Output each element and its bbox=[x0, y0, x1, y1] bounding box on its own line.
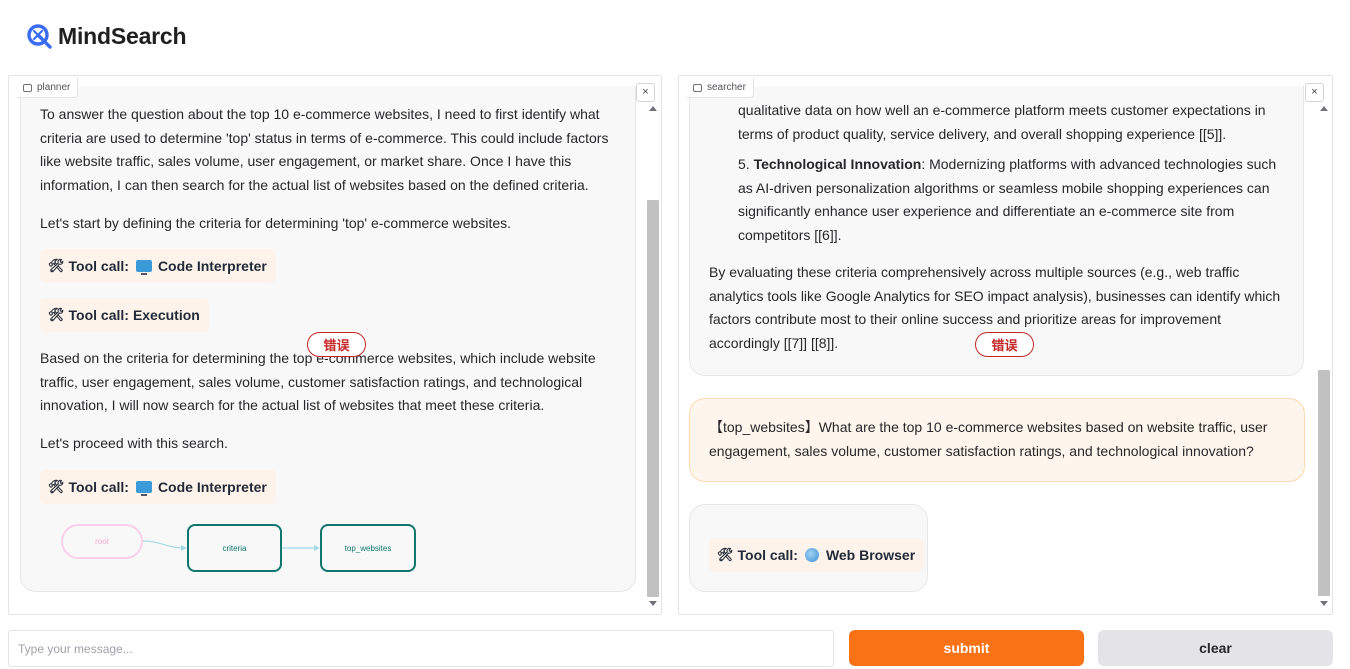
tool-call-chip: 🛠 Tool call: Execution bbox=[40, 298, 209, 332]
planner-paragraph: To answer the question about the top 10 … bbox=[40, 106, 609, 193]
search-query-message: 【top_websites】What are the top 10 e-comm… bbox=[689, 398, 1305, 482]
graph-node-root[interactable]: root bbox=[61, 524, 143, 559]
tool-call-chip: 🛠 Tool call: Code Interpreter bbox=[40, 249, 276, 283]
chat-icon bbox=[23, 83, 32, 92]
graph-node-top-websites[interactable]: top_websites bbox=[320, 524, 416, 572]
scroll-down-icon[interactable] bbox=[649, 601, 657, 606]
tools-icon: 🛠 bbox=[48, 258, 65, 273]
searcher-scrollbar[interactable] bbox=[1317, 100, 1331, 612]
tools-icon: 🛠 bbox=[717, 547, 734, 562]
message-input[interactable] bbox=[8, 630, 834, 667]
app-logo: MindSearch bbox=[26, 20, 187, 52]
tools-icon: 🛠 bbox=[48, 307, 65, 322]
planner-label: planner bbox=[17, 78, 79, 98]
planner-scrollbar[interactable] bbox=[646, 100, 660, 612]
scroll-down-icon[interactable] bbox=[1320, 601, 1328, 606]
scroll-up-icon[interactable] bbox=[649, 106, 657, 111]
searcher-label: searcher bbox=[687, 78, 754, 98]
monitor-icon bbox=[135, 481, 152, 496]
scroll-thumb[interactable] bbox=[647, 200, 659, 597]
app-title: MindSearch bbox=[58, 22, 187, 49]
list-item-4-continued: qualitative data on how well an e-commer… bbox=[738, 102, 1266, 142]
submit-button[interactable]: submit bbox=[849, 630, 1084, 666]
searcher-close-button[interactable]: × bbox=[1305, 83, 1324, 102]
mindsearch-logo-icon bbox=[27, 24, 52, 49]
edge-root-criteria bbox=[142, 540, 186, 549]
planner-close-button[interactable]: × bbox=[636, 83, 655, 102]
scroll-up-icon[interactable] bbox=[1320, 106, 1328, 111]
planner-paragraph: Based on the criteria for determining th… bbox=[40, 350, 596, 413]
tools-icon: 🛠 bbox=[48, 479, 65, 494]
tool-call-chip: 🛠 Tool call: Web Browser bbox=[709, 538, 925, 572]
scroll-thumb[interactable] bbox=[1318, 370, 1330, 596]
globe-icon bbox=[804, 548, 819, 562]
chat-icon bbox=[693, 83, 702, 92]
tool-call-chip: 🛠 Tool call: Code Interpreter bbox=[40, 470, 276, 504]
monitor-icon bbox=[135, 260, 152, 275]
list-item-5: 5. Technological Innovation: Modernizing… bbox=[738, 156, 1277, 243]
planner-paragraph: Let's start by defining the criteria for… bbox=[40, 215, 512, 231]
error-badge: 错误 bbox=[307, 332, 366, 357]
graph-node-criteria[interactable]: criteria bbox=[187, 524, 282, 572]
searcher-panel: searcher × qualitative data on how well … bbox=[678, 75, 1333, 615]
search-query-text: 【top_websites】What are the top 10 e-comm… bbox=[709, 419, 1268, 459]
searcher-tool-message: 🛠 Tool call: Web Browser bbox=[689, 504, 928, 592]
error-badge: 错误 bbox=[975, 332, 1034, 357]
planner-panel: planner × To answer the question about t… bbox=[8, 75, 662, 615]
clear-button[interactable]: clear bbox=[1098, 630, 1333, 666]
planner-paragraph: Let's proceed with this search. bbox=[40, 435, 228, 451]
